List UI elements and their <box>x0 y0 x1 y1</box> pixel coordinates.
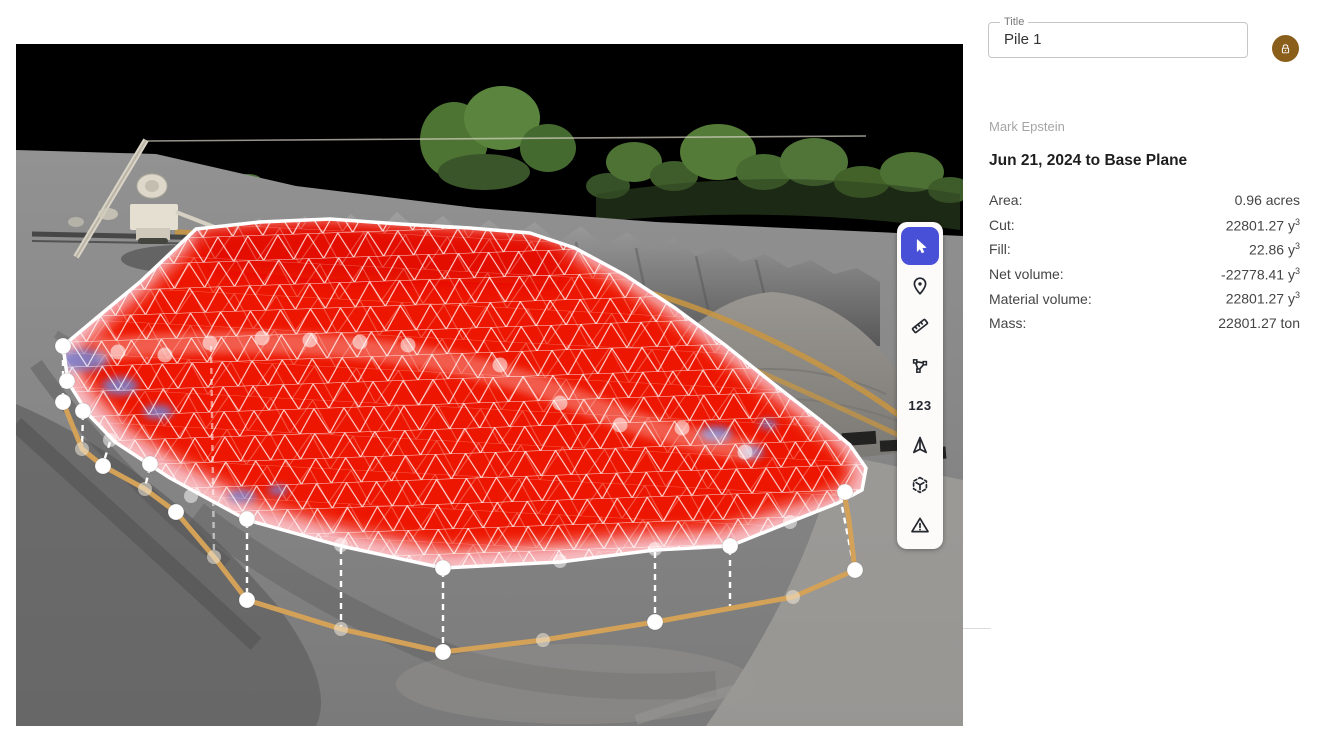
measurement-value: 0.96 acres <box>1235 192 1300 208</box>
tool-measure-distance[interactable] <box>901 307 939 345</box>
warning-icon <box>909 514 931 536</box>
measurement-list: Area: 0.96 acres Cut: 22801.27 y3 Fill: 22.86… <box>989 188 1300 336</box>
measurement-label: Area: <box>989 192 1022 208</box>
tool-measure-area[interactable] <box>901 347 939 385</box>
scene-3d-viewport[interactable] <box>16 44 963 726</box>
tool-count[interactable]: 123 <box>901 386 939 424</box>
elevation-icon <box>909 434 931 456</box>
title-field[interactable]: Title <box>988 17 1248 58</box>
tool-issue[interactable] <box>901 506 939 544</box>
scene-render[interactable] <box>16 44 963 726</box>
measurement-label: Material volume: <box>989 291 1092 307</box>
ruler-icon <box>909 315 931 337</box>
measurement-row: Cut: 22801.27 y3 <box>989 213 1300 238</box>
measurement-label: Cut: <box>989 217 1015 233</box>
marker-pin-icon <box>909 275 931 297</box>
measurement-row: Material volume: 22801.27 y3 <box>989 286 1300 311</box>
count-123-icon: 123 <box>908 398 931 413</box>
title-input[interactable] <box>1002 30 1226 49</box>
author-name: Mark Epstein <box>989 119 1065 134</box>
measurement-label: Mass: <box>989 315 1026 331</box>
measurement-value: 22801.27 ton <box>1218 315 1300 331</box>
tool-marker[interactable] <box>901 267 939 305</box>
title-field-label: Title <box>1000 17 1028 28</box>
comparison-heading: Jun 21, 2024 to Base Plane <box>989 152 1187 170</box>
cursor-icon <box>909 235 931 257</box>
tool-elevation[interactable] <box>901 426 939 464</box>
measurement-row: Net volume: -22778.41 y3 <box>989 262 1300 287</box>
measurement-value: 22801.27 y3 <box>1226 217 1300 234</box>
measurement-value: 22.86 y3 <box>1249 241 1300 258</box>
measurement-value: -22778.41 y3 <box>1221 266 1300 283</box>
tool-select[interactable] <box>901 227 939 265</box>
measurement-label: Fill: <box>989 241 1011 257</box>
lock-button[interactable] <box>1272 35 1299 62</box>
lock-icon <box>1278 36 1293 62</box>
app-window: { "viewer": { "toolbar": { "tools": [ {"… <box>0 0 1321 749</box>
measurement-label: Net volume: <box>989 266 1064 282</box>
3d-model-icon <box>909 474 931 496</box>
details-panel: Title Mark Epstein Jun 21, 2024 to Base … <box>973 0 1321 749</box>
area-polygon-icon <box>909 355 931 377</box>
measurement-value: 22801.27 y3 <box>1226 290 1300 307</box>
measurement-row: Fill: 22.86 y3 <box>989 237 1300 262</box>
panel-divider <box>963 628 991 629</box>
tool-model-3d[interactable] <box>901 466 939 504</box>
measurement-row: Area: 0.96 acres <box>989 188 1300 213</box>
measurement-row: Mass: 22801.27 ton <box>989 311 1300 336</box>
viewer-toolbar: 123 <box>897 222 943 549</box>
